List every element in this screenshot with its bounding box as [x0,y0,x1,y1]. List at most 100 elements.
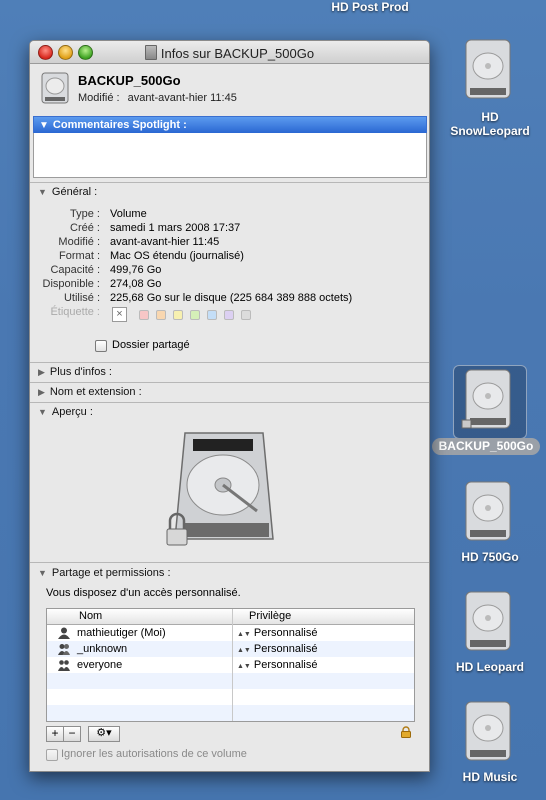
section-more-info[interactable]: ▶ Plus d'infos : [38,366,112,378]
spotlight-label: Commentaires Spotlight : [52,119,187,131]
table-row[interactable]: everyone ▲▼ Personnalisé [47,657,414,673]
label-color-orange[interactable] [156,310,166,320]
row-name: everyone [77,659,123,671]
info-row-used: Utilisé : 225,68 Go sur le disque (225 68… [30,291,429,305]
desktop-icon-label-backup[interactable]: BACKUP_500Go [432,438,540,455]
window-titlebar[interactable]: Infos sur BACKUP_500Go [30,41,429,64]
row-name: mathieutiger (Moi) [77,627,166,639]
row-value: 274,08 Go [110,278,162,290]
info-row-available: Disponible : 274,08 Go [30,277,429,291]
label-none-button[interactable]: × [112,307,127,322]
info-row-type: Type : Volume [30,207,429,221]
modified-line: Modifié : avant-avant-hier 11:45 [78,92,245,104]
col-privilege-header[interactable]: Privilège [249,610,291,622]
ignore-permissions-checkbox[interactable] [46,749,58,761]
label-key: Étiquette : [50,306,100,318]
lock-icon[interactable] [401,726,411,738]
backup-drive-icon[interactable] [460,368,516,438]
divider [30,362,429,363]
hd-music-drive-icon[interactable] [460,700,516,770]
add-user-button[interactable]: + [46,726,64,742]
row-value: 499,76 Go [110,264,162,276]
label-color-gray[interactable] [241,310,251,320]
info-row-modified: Modifié : avant-avant-hier 11:45 [30,235,429,249]
row-key: Modifié : [58,236,100,248]
hd-750go-drive-icon[interactable] [460,480,516,550]
user-icon [58,627,70,639]
divider [30,562,429,563]
hd-snowleopard-drive-icon[interactable] [460,38,516,108]
row-name: _unknown [77,643,128,655]
row-value: 225,68 Go sur le disque (225 684 389 888… [110,292,353,304]
section-general[interactable]: ▼ Général : [38,186,97,198]
row-key: Format : [59,250,100,262]
section-name-extension[interactable]: ▶ Nom et extension : [38,386,142,398]
label-color-yellow[interactable] [173,310,183,320]
label-color-blue[interactable] [207,310,217,320]
row-key: Disponible : [42,278,100,290]
info-window: Infos sur BACKUP_500Go BACKUP_500Go Modi… [29,40,430,772]
divider [30,382,429,383]
table-header: Nom Privilège [47,609,414,625]
modified-value: avant-avant-hier 11:45 [127,92,237,104]
table-row[interactable]: _unknown ▲▼ Personnalisé [47,641,414,657]
row-key: Type : [70,208,100,220]
info-row-capacity: Capacité : 499,76 Go [30,263,429,277]
info-row-created: Créé : samedi 1 mars 2008 17:37 [30,221,429,235]
disclosure-closed-icon: ▶ [38,367,45,377]
action-gear-button[interactable]: ⚙▾ [88,726,120,742]
col-name-header[interactable]: Nom [79,610,102,622]
table-row-empty [47,673,414,689]
section-sharing[interactable]: ▼ Partage et permissions : [38,567,171,579]
disclosure-open-icon: ▼ [39,120,49,131]
row-value: Mac OS étendu (journalisé) [110,250,244,262]
privilege-value: Personnalisé [253,659,318,671]
info-row-format: Format : Mac OS étendu (journalisé) [30,249,429,263]
row-value: Volume [110,208,147,220]
label-color-purple[interactable] [224,310,234,320]
table-row-empty [47,705,414,721]
label-color-green[interactable] [190,310,200,320]
volume-name: BACKUP_500Go [78,73,181,88]
remove-user-button[interactable]: − [63,726,81,742]
desktop-icon-label-hd-snowleopard[interactable]: HD SnowLeopard [440,110,540,138]
spotlight-comments-field[interactable] [33,133,427,178]
preview-drive-image [166,432,274,546]
column-divider [232,609,233,721]
privilege-value: Personnalisé [253,643,318,655]
drive-title-icon [144,45,157,60]
modified-key: Modifié : [78,92,120,104]
row-key: Créé : [70,222,100,234]
desktop-icon-label-hd-leopard[interactable]: HD Leopard [440,660,540,674]
group-icon [58,644,70,655]
desktop-icon-label-hd-music[interactable]: HD Music [440,770,540,784]
shared-folder-checkbox[interactable] [95,340,107,352]
everyone-icon [58,660,70,671]
spotlight-header[interactable]: ▼ Commentaires Spotlight : [33,116,427,134]
disclosure-closed-icon: ▶ [38,387,45,397]
name-ext-label: Nom et extension : [49,386,142,398]
ignore-permissions-label[interactable]: Ignorer les autorisations de ce volume [61,748,247,760]
access-text: Vous disposez d'un accès personnalisé. [46,587,241,599]
desktop-top-label: HD Post Prod [331,0,409,14]
more-info-label: Plus d'infos : [49,366,112,378]
divider [30,182,429,183]
info-header: BACKUP_500Go Modifié : avant-avant-hier 1… [30,64,429,116]
table-row[interactable]: mathieutiger (Moi) ▲▼ Personnalisé [47,625,414,641]
window-title: Infos sur BACKUP_500Go [30,45,429,61]
row-key: Capacité : [50,264,100,276]
desktop-icon-label-hd-750go[interactable]: HD 750Go [440,550,540,564]
shared-folder-label[interactable]: Dossier partagé [112,339,190,351]
label-color-red[interactable] [139,310,149,320]
disclosure-open-icon: ▼ [38,568,47,578]
row-value: samedi 1 mars 2008 17:37 [110,222,241,234]
row-key: Utilisé : [63,292,100,304]
window-title-text: Infos sur BACKUP_500Go [160,46,315,61]
privilege-value: Personnalisé [253,627,318,639]
sharing-label: Partage et permissions : [51,567,171,579]
divider [30,402,429,403]
hd-leopard-drive-icon[interactable] [460,590,516,660]
section-preview[interactable]: ▼ Aperçu : [38,406,93,418]
row-value: avant-avant-hier 11:45 [110,236,220,248]
preview-label: Aperçu : [51,406,93,418]
